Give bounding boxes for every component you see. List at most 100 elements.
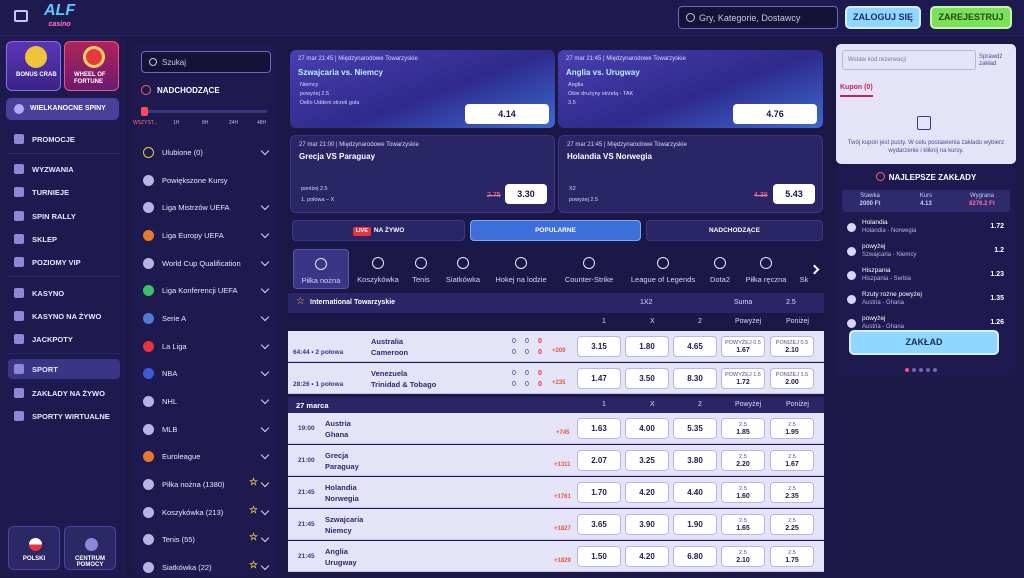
league-item[interactable]: NBA — [138, 364, 272, 384]
sport-league-of-legends[interactable]: League of Legends — [626, 249, 700, 289]
odd-button[interactable]: 2.5 2.20 — [721, 450, 765, 471]
chevron-down-icon[interactable] — [260, 340, 270, 350]
match-row[interactable]: 21:45 Anglia Urugway +1829 1.50 4.20 6.8… — [288, 541, 824, 572]
chevron-down-icon[interactable] — [260, 229, 270, 239]
odd-button[interactable]: 4.40 — [673, 482, 717, 503]
help-center-button[interactable]: CENTRUM POMOCY — [64, 526, 116, 570]
best-bet-pick[interactable]: Hiszpania Hiszpania - Serbia 1.23 — [842, 264, 1010, 288]
league-item[interactable]: Siatkówka (22) ☆ — [138, 558, 272, 578]
odd-button[interactable]: POWYŻEJ 0.5 1.67 — [721, 336, 765, 357]
best-bet-pick[interactable]: powyżej Szwajcaria - Niemcy 1.2 — [842, 240, 1010, 264]
nav-sklep[interactable]: SKLEP — [8, 229, 120, 249]
nav-promocje[interactable]: PROMOCJE — [8, 129, 120, 149]
league-item[interactable]: Liga Mistrzów UEFA — [138, 198, 272, 218]
market-1x2-select[interactable]: 1X2 — [640, 299, 652, 306]
league-item[interactable]: Serie A — [138, 309, 272, 329]
sidebar-toggle-icon[interactable] — [14, 10, 28, 22]
odd-button[interactable]: 3.90 — [625, 514, 669, 535]
tab-live[interactable]: LIVE NA ŻYWO — [292, 220, 465, 241]
odd-button[interactable]: 1.47 — [577, 368, 621, 389]
nav-jackpoty[interactable]: JACKPOTY — [8, 329, 120, 349]
league-item[interactable]: La Liga — [138, 337, 272, 357]
odd-button[interactable]: 4.20 — [625, 546, 669, 567]
search-input[interactable]: Gry, Kategorie, Dostawcy — [678, 6, 838, 29]
odd-button[interactable]: 3.30 — [505, 184, 547, 204]
odd-button[interactable]: 3.65 — [577, 514, 621, 535]
live-match-row[interactable]: 28:26 • 1 połowa Venezuela Trinidad & To… — [288, 363, 824, 394]
featured-card[interactable]: 27 mar 21:45 | Międzynarodowe Towarzyski… — [558, 135, 823, 213]
tab-popular[interactable]: POPULARNE — [470, 220, 641, 241]
market-line-select[interactable]: 2.5 — [786, 299, 796, 306]
sport-basketball[interactable]: Koszykówka — [352, 249, 404, 289]
match-row[interactable]: 21:45 Szwajcaria Niemcy +1827 3.65 3.90 … — [288, 509, 824, 540]
check-bet-link[interactable]: Sprawdź zakład — [979, 54, 1014, 68]
nav-zaklady-na-zywo[interactable]: ZAKŁADY NA ŻYWO — [8, 383, 120, 403]
place-bet-button[interactable]: ZAKŁAD — [849, 330, 999, 355]
market-total-select[interactable]: Suma — [734, 299, 752, 306]
promo-bonus-crab[interactable]: BONUS CRAB — [6, 41, 61, 91]
chevron-down-icon[interactable] — [260, 367, 270, 377]
chevron-down-icon[interactable] — [260, 146, 270, 156]
reservation-code-input[interactable]: Wstaw kod rezerwacji — [842, 50, 976, 70]
odd-button[interactable]: 1.70 — [577, 482, 621, 503]
chevron-down-icon[interactable] — [260, 312, 270, 322]
nav-turnieje[interactable]: TURNIEJE — [8, 182, 120, 202]
star-icon[interactable]: ☆ — [249, 477, 258, 488]
best-bet-pick[interactable]: Rzuty rożne powyżej Austria - Ghana 1.35 — [842, 288, 1010, 312]
sport-dota2[interactable]: Dota2 — [706, 249, 734, 289]
sport-volleyball[interactable]: Siatkówka — [441, 249, 485, 289]
chevron-down-icon[interactable] — [260, 506, 270, 516]
odd-button[interactable]: 2.5 1.67 — [770, 450, 814, 471]
odd-button[interactable]: 4.00 — [625, 418, 669, 439]
chevron-down-icon[interactable] — [260, 284, 270, 294]
chevron-down-icon[interactable] — [260, 450, 270, 460]
match-row[interactable]: 19:00 Austria Ghana +745 1.63 4.00 5.35 … — [288, 413, 824, 444]
chevron-down-icon[interactable] — [260, 533, 270, 543]
nav-spin-rally[interactable]: SPIN RALLY — [8, 206, 120, 226]
league-item[interactable]: Powiększone Kursy — [138, 171, 272, 191]
language-button[interactable]: POLSKI — [8, 526, 60, 570]
league-item[interactable]: Piłka nożna (1380) ☆ — [138, 475, 272, 495]
promo-wheel-of-fortune[interactable]: WHEEL OF FORTUNE — [64, 41, 119, 91]
league-item[interactable]: Liga Europy UEFA — [138, 226, 272, 246]
star-icon[interactable]: ☆ — [296, 296, 305, 307]
odd-button[interactable]: 6.80 — [673, 546, 717, 567]
chevron-down-icon[interactable] — [260, 201, 270, 211]
odd-button[interactable]: 1.90 — [673, 514, 717, 535]
odd-button[interactable]: PONIŻEJ 0.5 2.10 — [770, 336, 814, 357]
odd-button[interactable]: 4.20 — [625, 482, 669, 503]
odd-button[interactable]: 3.50 — [625, 368, 669, 389]
odd-button[interactable]: PONIŻEJ 1.5 2.00 — [770, 368, 814, 389]
odd-button[interactable]: 2.07 — [577, 450, 621, 471]
register-button[interactable]: ZAREJESTRUJ — [930, 6, 1012, 29]
featured-card[interactable]: 27 mar 21:45 | Międzynarodowe Towarzyski… — [558, 50, 823, 128]
nav-sport[interactable]: SPORT — [8, 359, 120, 379]
star-icon[interactable]: ☆ — [249, 505, 258, 516]
odd-button[interactable]: 2.5 1.75 — [770, 546, 814, 567]
odd-button[interactable]: 3.25 — [625, 450, 669, 471]
odd-button[interactable]: POWYŻEJ 1.5 1.72 — [721, 368, 765, 389]
nav-kasyno-na-zywo[interactable]: KASYNO NA ŻYWO — [8, 306, 120, 326]
sport-ice-hockey[interactable]: Hokej na lodzie — [490, 249, 552, 289]
odd-button[interactable]: 1.63 — [577, 418, 621, 439]
tab-coupon[interactable]: Kupon (0) — [840, 84, 873, 97]
sport-handball[interactable]: Piłka ręczna — [741, 249, 791, 289]
odd-button[interactable]: 5.35 — [673, 418, 717, 439]
slider-handle[interactable] — [141, 107, 148, 116]
live-match-row[interactable]: 64:44 • 2 połowa Australia Cameroon 000 … — [288, 331, 824, 362]
odd-button[interactable]: 2.5 1.95 — [770, 418, 814, 439]
tab-upcoming[interactable]: NADCHODZĄCE — [646, 220, 823, 241]
chevron-down-icon[interactable] — [260, 257, 270, 267]
odd-button[interactable]: 3.80 — [673, 450, 717, 471]
nav-poziomy-vip[interactable]: POZIOMY VIP — [8, 252, 120, 272]
odd-button[interactable]: 2.5 2.35 — [770, 482, 814, 503]
nav-sporty-wirtualne[interactable]: SPORTY WIRTUALNE — [8, 406, 120, 426]
featured-card[interactable]: 27 mar 21:45 | Międzynarodowe Towarzyski… — [290, 50, 555, 128]
time-filter-slider[interactable] — [141, 107, 267, 116]
star-icon[interactable]: ☆ — [249, 560, 258, 571]
logo[interactable]: ALF casino — [44, 3, 75, 32]
odd-button[interactable]: 2.5 2.25 — [770, 514, 814, 535]
league-item[interactable]: MLB — [138, 420, 272, 440]
chevron-down-icon[interactable] — [260, 395, 270, 405]
odd-button[interactable]: 2.5 2.10 — [721, 546, 765, 567]
